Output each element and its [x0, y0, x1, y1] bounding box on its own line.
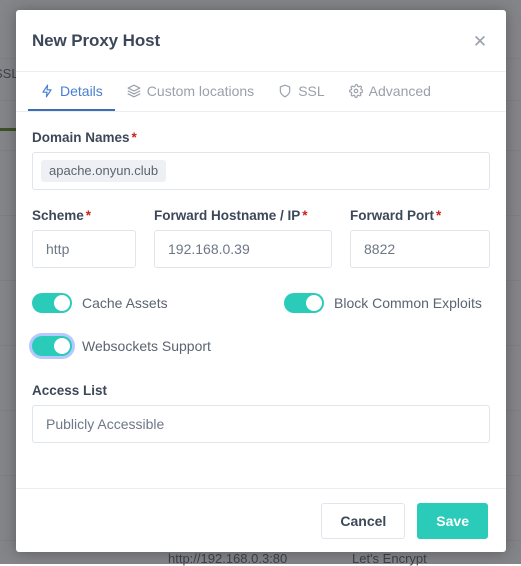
save-button[interactable]: Save [417, 503, 488, 539]
tab-advanced-label: Advanced [369, 83, 431, 99]
toggle-websockets-support[interactable]: Websockets Support [32, 336, 284, 356]
switch-knob [54, 295, 70, 311]
forward-settings-row: Scheme* Forward Hostname / IP* Forward P… [32, 208, 490, 268]
required-marker: * [302, 208, 307, 223]
domain-names-input[interactable]: apache.onyun.club [32, 152, 490, 190]
tab-ssl[interactable]: SSL [266, 72, 336, 111]
toggle-block-common-exploits[interactable]: Block Common Exploits [284, 293, 482, 313]
forward-port-label: Forward Port* [350, 208, 490, 223]
forward-hostname-input[interactable] [154, 230, 332, 268]
websockets-support-switch[interactable] [32, 336, 72, 356]
cancel-button[interactable]: Cancel [321, 503, 405, 539]
tab-custom-locations[interactable]: Custom locations [115, 72, 266, 111]
forward-port-input[interactable] [350, 230, 490, 268]
toggle-options: Cache Assets Block Common Exploits Webso… [32, 288, 490, 361]
dialog-header: New Proxy Host ✕ [16, 10, 506, 72]
block-common-exploits-label: Block Common Exploits [334, 295, 482, 311]
tab-bar: Details Custom locations SSL [16, 72, 506, 112]
close-icon[interactable]: ✕ [468, 30, 492, 54]
shield-icon [278, 84, 292, 98]
scheme-select[interactable] [32, 230, 136, 268]
tab-advanced[interactable]: Advanced [337, 72, 443, 111]
gear-icon [349, 84, 363, 98]
toggle-row-2: Websockets Support [32, 331, 490, 361]
tab-details-label: Details [60, 83, 103, 99]
field-access-list: Access List [32, 383, 490, 443]
required-marker: * [86, 208, 91, 223]
tab-details[interactable]: Details [28, 72, 115, 111]
bolt-icon [40, 84, 54, 98]
toggle-row-1: Cache Assets Block Common Exploits [32, 288, 490, 318]
scheme-label: Scheme* [32, 208, 136, 223]
block-common-exploits-switch[interactable] [284, 293, 324, 313]
domain-tag[interactable]: apache.onyun.club [41, 160, 166, 182]
field-scheme: Scheme* [32, 208, 136, 268]
toggle-cache-assets[interactable]: Cache Assets [32, 293, 284, 313]
new-proxy-host-dialog: New Proxy Host ✕ Details Custom location… [16, 10, 506, 552]
cache-assets-label: Cache Assets [82, 295, 168, 311]
required-marker: * [436, 208, 441, 223]
tab-custom-locations-label: Custom locations [147, 83, 254, 99]
access-list-label: Access List [32, 383, 490, 398]
switch-knob [54, 338, 70, 354]
dialog-body: Domain Names* apache.onyun.club Scheme* … [16, 112, 506, 488]
forward-hostname-label: Forward Hostname / IP* [154, 208, 332, 223]
cache-assets-switch[interactable] [32, 293, 72, 313]
domain-names-label: Domain Names* [32, 130, 490, 145]
field-forward-hostname: Forward Hostname / IP* [154, 208, 332, 268]
field-domain-names: Domain Names* apache.onyun.club [32, 130, 490, 190]
layers-icon [127, 84, 141, 98]
dialog-footer: Cancel Save [16, 488, 506, 552]
field-forward-port: Forward Port* [350, 208, 490, 268]
websockets-support-label: Websockets Support [82, 338, 211, 354]
tab-ssl-label: SSL [298, 83, 324, 99]
access-list-select[interactable] [32, 405, 490, 443]
required-marker: * [132, 130, 137, 145]
switch-knob [306, 295, 322, 311]
dialog-title: New Proxy Host [32, 31, 160, 51]
